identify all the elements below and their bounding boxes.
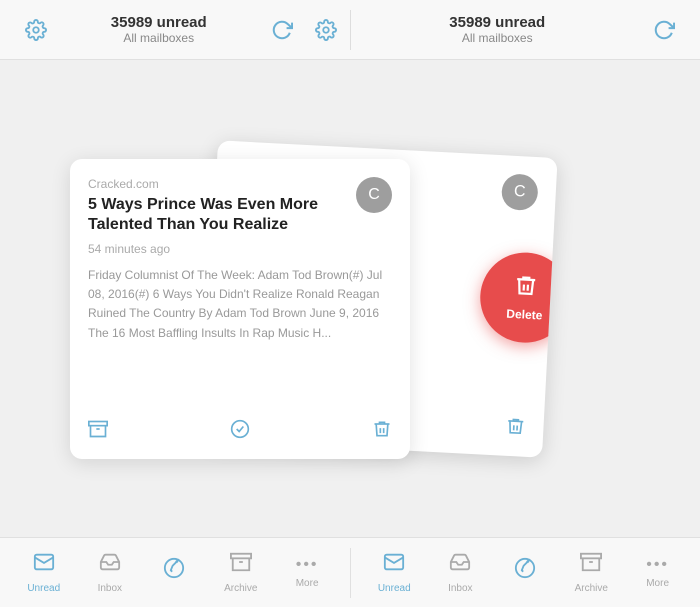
main-content: C n Morelize The Week: Adam Tod6(#)6 Way… [0, 60, 700, 537]
tab-archive-label-right: Archive [575, 583, 608, 594]
header-divider [350, 10, 351, 50]
unread-icon-right [383, 551, 405, 579]
check-icon-front[interactable] [230, 419, 250, 444]
reload-icon-right[interactable] [648, 14, 680, 46]
archive-icon-front[interactable] [88, 419, 108, 444]
tab-edit-right[interactable] [500, 549, 550, 597]
tab-archive-left[interactable]: Archive [214, 543, 267, 602]
card-source: Cracked.com [88, 177, 392, 191]
tab-inbox-label-right: Inbox [448, 583, 472, 594]
header-right-unread: 35989 unread [449, 14, 545, 31]
tab-bar-right: Unread Inbox [351, 543, 700, 602]
header-right: 35989 unread All mailboxes [359, 14, 681, 46]
card-actions [88, 419, 392, 444]
tab-inbox-left[interactable]: Inbox [85, 543, 135, 602]
tab-inbox-label-left: Inbox [98, 583, 122, 594]
settings-icon-left[interactable] [310, 14, 342, 46]
more-icon-right: ••• [646, 556, 669, 574]
cards-container: C n Morelize The Week: Adam Tod6(#)6 Way… [50, 139, 650, 459]
more-icon-left: ••• [296, 556, 319, 574]
header: 35989 unread All mailboxes 35989 unread … [0, 0, 700, 60]
header-left-mailboxes: All mailboxes [123, 31, 194, 45]
header-left-center: 35989 unread All mailboxes [64, 14, 254, 45]
card-title: 5 Ways Prince Was Even More Talented Tha… [88, 195, 392, 237]
tab-inbox-right[interactable]: Inbox [435, 543, 485, 602]
gear-icon-left[interactable] [20, 14, 52, 46]
trash-icon-delete [513, 273, 539, 304]
trash-icon-front[interactable] [372, 419, 392, 444]
tab-unread-right[interactable]: Unread [368, 543, 421, 602]
archive-tab-icon-right [580, 551, 602, 579]
tab-archive-right[interactable]: Archive [565, 543, 618, 602]
card-time: 54 minutes ago [88, 242, 392, 256]
tab-unread-left[interactable]: Unread [17, 543, 70, 602]
header-right-center: 35989 unread All mailboxes [359, 14, 637, 45]
inbox-icon-right [449, 551, 471, 579]
archive-tab-icon-left [230, 551, 252, 579]
tab-edit-left[interactable] [149, 549, 199, 597]
avatar-front: C [356, 177, 392, 213]
edit-icon-left [163, 557, 185, 585]
header-left: 35989 unread All mailboxes [20, 14, 342, 46]
trash-icon-back[interactable] [505, 415, 526, 441]
delete-label: Delete [506, 306, 543, 322]
tab-bar: Unread Inbox [0, 537, 700, 607]
tab-more-label-left: More [296, 578, 319, 589]
inbox-icon-left [99, 551, 121, 579]
tab-unread-label-left: Unread [27, 583, 60, 594]
tab-more-left[interactable]: ••• More [282, 548, 332, 597]
tab-archive-label-left: Archive [224, 583, 257, 594]
unread-icon-left [33, 551, 55, 579]
email-card-front[interactable]: C Cracked.com 5 Ways Prince Was Even Mor… [70, 159, 410, 459]
tab-more-label-right: More [646, 578, 669, 589]
edit-icon-right [514, 557, 536, 585]
tab-more-right[interactable]: ••• More [633, 548, 683, 597]
header-left-unread: 35989 unread [111, 14, 207, 31]
card-body: Friday Columnist Of The Week: Adam Tod B… [88, 266, 392, 343]
header-right-mailboxes: All mailboxes [462, 31, 533, 45]
tab-bar-left: Unread Inbox [0, 543, 350, 602]
tab-unread-label-right: Unread [378, 583, 411, 594]
reload-icon-left[interactable] [266, 14, 298, 46]
